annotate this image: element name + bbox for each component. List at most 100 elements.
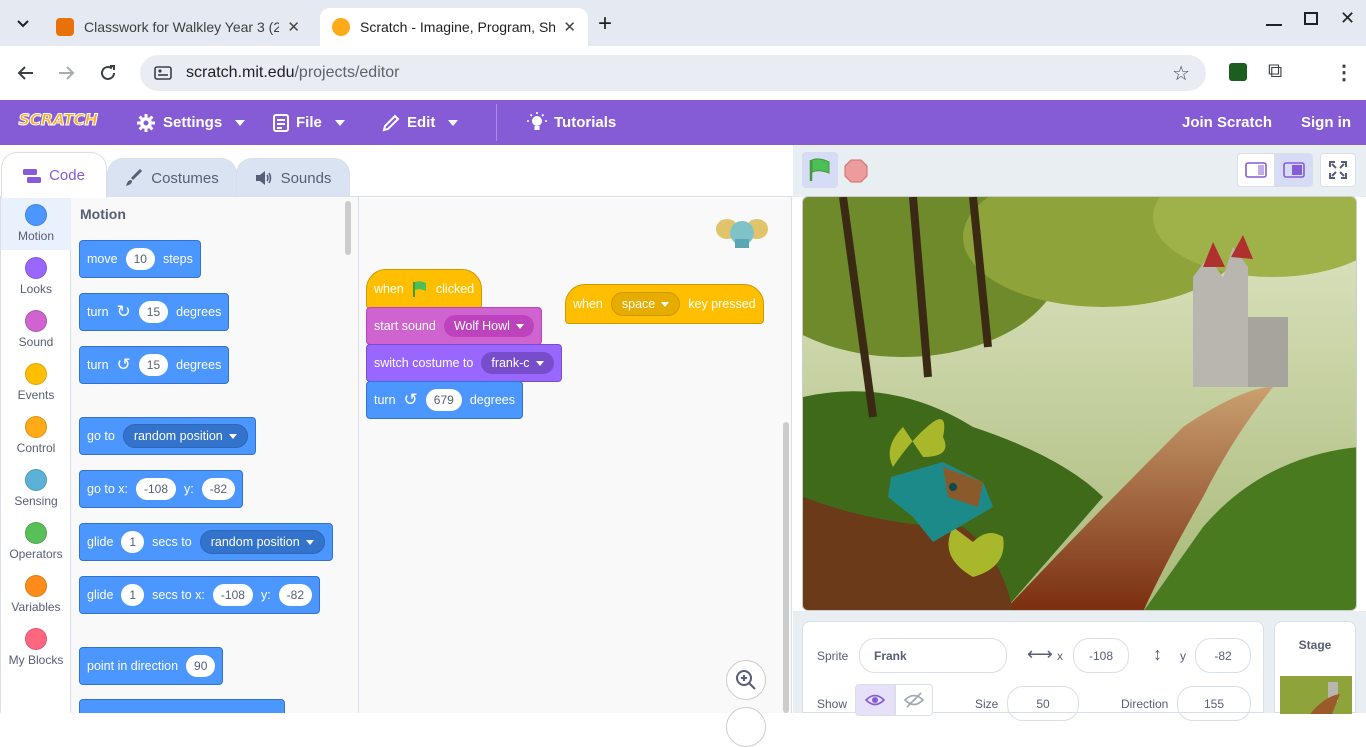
browser-tab-scratch[interactable]: Scratch - Imagine, Program, Sha ✕: [320, 8, 588, 46]
workspace-scrollbar[interactable]: [783, 422, 789, 713]
block-switch-costume[interactable]: switch costume to frank-c: [366, 344, 562, 382]
zoom-out-button[interactable]: [726, 707, 766, 747]
close-tab-icon[interactable]: ✕: [563, 18, 576, 36]
sprite-name-field[interactable]: Frank: [859, 638, 1007, 673]
browser-menu-icon[interactable]: ⋮: [1334, 60, 1354, 85]
file-menu[interactable]: File: [273, 100, 345, 145]
costume-dropdown[interactable]: frank-c: [481, 352, 554, 374]
category-sensing[interactable]: Sensing: [1, 462, 71, 515]
category-variables[interactable]: Variables: [1, 568, 71, 621]
zoom-in-button[interactable]: [726, 660, 766, 700]
block-turn-right[interactable]: turn ↻ 15 degrees: [79, 293, 230, 331]
tab-code[interactable]: Code: [1, 152, 107, 198]
block-move-steps[interactable]: move 10 steps: [79, 240, 201, 278]
new-tab-button[interactable]: +: [598, 10, 612, 38]
go-to-target-dropdown[interactable]: random position: [122, 424, 248, 448]
operators-dot-icon: [25, 522, 47, 544]
x-input[interactable]: -108: [212, 584, 253, 606]
direction-input[interactable]: 90: [186, 655, 216, 677]
category-events[interactable]: Events: [1, 356, 71, 409]
degrees-input[interactable]: 679: [425, 389, 462, 411]
caret-down-icon: [235, 119, 246, 126]
category-motion[interactable]: Motion: [1, 197, 71, 250]
settings-menu[interactable]: Settings: [136, 100, 246, 145]
scratch-logo[interactable]: SCRATCH: [18, 105, 98, 133]
script-workspace[interactable]: when clicked start sound Wolf Howl switc…: [359, 197, 792, 747]
secs-input[interactable]: 1: [121, 531, 145, 553]
stage-selector[interactable]: Stage: [1274, 621, 1356, 714]
x-input[interactable]: -108: [136, 478, 177, 500]
block-go-to-xy[interactable]: go to x: -108 y: -82: [79, 470, 244, 508]
block-glide-to-xy[interactable]: glide 1 secs to x: -108 y: -82: [79, 576, 321, 614]
large-stage-button[interactable]: [1275, 153, 1313, 187]
join-scratch-link[interactable]: Join Scratch: [1182, 100, 1272, 145]
hide-sprite-button[interactable]: [895, 684, 933, 716]
fullscreen-button[interactable]: [1320, 153, 1356, 187]
site-info-icon[interactable]: [154, 65, 172, 81]
palette-scrollbar[interactable]: [345, 201, 351, 255]
y-input[interactable]: -82: [201, 478, 236, 500]
degrees-input[interactable]: 15: [138, 301, 169, 323]
rotate-right-icon: ↻: [116, 302, 131, 321]
sound-dropdown[interactable]: Wolf Howl: [443, 315, 534, 337]
y-input[interactable]: -82: [278, 584, 313, 606]
close-window-button[interactable]: ✕: [1340, 8, 1355, 29]
edit-menu[interactable]: Edit: [382, 100, 459, 145]
block-when-flag-clicked[interactable]: when clicked: [366, 269, 483, 309]
key-dropdown[interactable]: space: [610, 292, 681, 316]
block-point-in-direction[interactable]: point in direction 90: [79, 647, 224, 685]
block-start-sound[interactable]: start sound Wolf Howl: [366, 307, 542, 345]
minimize-window-button[interactable]: [1266, 24, 1282, 26]
glide-target-dropdown[interactable]: random position: [199, 530, 325, 554]
block-text: degrees: [176, 358, 222, 372]
menu-divider: [496, 104, 497, 141]
sign-in-link[interactable]: Sign in: [1301, 100, 1351, 145]
y-position-field[interactable]: -82: [1195, 638, 1251, 673]
x-position-field[interactable]: -108: [1073, 638, 1129, 673]
variables-dot-icon: [25, 575, 47, 597]
steps-input[interactable]: 10: [125, 248, 155, 270]
block-turn-left[interactable]: turn ↺ 15 degrees: [79, 346, 230, 384]
browser-tab-classwork[interactable]: Classwork for Walkley Year 3 (2 ✕: [44, 8, 312, 46]
tutorials-menu[interactable]: Tutorials: [527, 100, 616, 145]
tab-costumes[interactable]: Costumes: [107, 158, 237, 197]
restore-window-button[interactable]: [1304, 12, 1318, 25]
stage-canvas[interactable]: [802, 196, 1357, 611]
category-control[interactable]: Control: [1, 409, 71, 462]
category-operators[interactable]: Operators: [1, 515, 71, 568]
code-blocks-icon: [23, 168, 42, 183]
block-when-key-pressed[interactable]: when space key pressed: [565, 284, 764, 324]
category-my-blocks[interactable]: My Blocks: [1, 621, 71, 674]
close-tab-icon[interactable]: ✕: [287, 18, 300, 36]
extensions-puzzle-icon[interactable]: ⧉: [1268, 60, 1282, 83]
x-label: x: [1057, 649, 1063, 663]
small-stage-button[interactable]: [1237, 153, 1275, 187]
address-bar[interactable]: scratch.mit.edu/projects/editor ☆: [140, 55, 1206, 91]
tab-sounds[interactable]: Sounds: [236, 158, 350, 197]
block-turn[interactable]: turn ↺ 679 degrees: [366, 381, 524, 419]
category-sound[interactable]: Sound: [1, 303, 71, 356]
reload-button[interactable]: [93, 58, 123, 88]
forward-button[interactable]: [51, 58, 81, 88]
stage-label: Stage: [1298, 638, 1332, 652]
block-text: glide: [87, 588, 114, 602]
stage-thumbnail-image: [1280, 676, 1352, 714]
degrees-input[interactable]: 15: [138, 354, 169, 376]
back-button[interactable]: [11, 58, 41, 88]
size-field[interactable]: 50: [1007, 686, 1079, 721]
tab-search-button[interactable]: [10, 12, 36, 36]
block-text: turn: [87, 305, 109, 319]
direction-field[interactable]: 155: [1177, 686, 1251, 721]
block-text: degrees: [469, 393, 516, 407]
bookmark-star-icon[interactable]: ☆: [1172, 61, 1190, 86]
block-text: start sound: [374, 319, 436, 333]
category-looks[interactable]: Looks: [1, 250, 71, 303]
block-glide-to[interactable]: glide 1 secs to random position: [79, 523, 333, 561]
secs-input[interactable]: 1: [121, 584, 145, 606]
block-point-towards[interactable]: [79, 699, 285, 713]
block-go-to[interactable]: go to random position: [79, 417, 256, 455]
show-visible-button[interactable]: [855, 684, 895, 716]
extension-icon[interactable]: [1229, 63, 1247, 81]
green-flag-button[interactable]: [802, 152, 838, 188]
stop-button[interactable]: [844, 159, 868, 186]
